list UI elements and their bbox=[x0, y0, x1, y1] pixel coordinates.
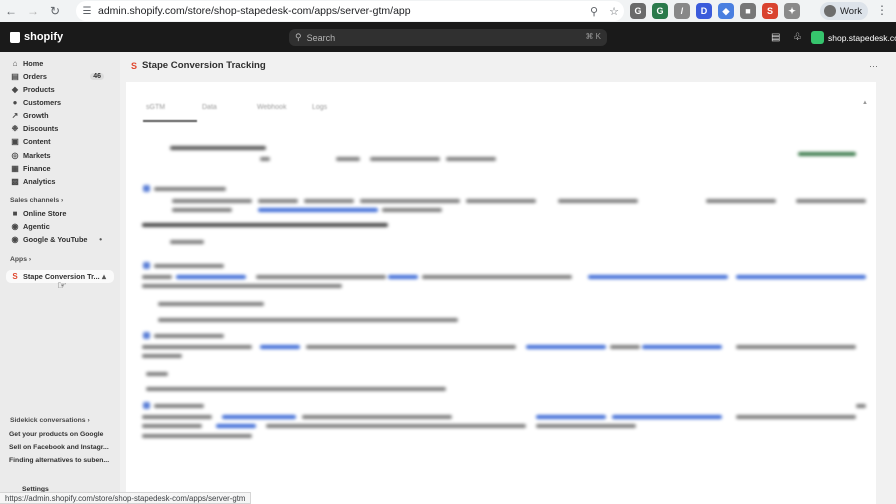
sidekick-item[interactable]: Sell on Facebook and Instagr... bbox=[9, 444, 113, 451]
search-shortcut: ⌘ K bbox=[585, 32, 601, 41]
chevron-right-icon: › bbox=[28, 256, 32, 263]
address-bar[interactable]: ☰ admin.shopify.com/store/shop-stapedesk… bbox=[76, 1, 624, 21]
sidebar-item-online-store[interactable]: ■ Online Store bbox=[6, 207, 114, 220]
extension-stape-icon[interactable]: S bbox=[762, 3, 778, 19]
orders-count-badge: 46 bbox=[90, 73, 104, 80]
store-switcher[interactable]: shop.stapedesk.com bbox=[811, 31, 896, 44]
blurred-app-content bbox=[126, 82, 876, 504]
inbox-icon[interactable]: ▤ bbox=[771, 32, 780, 43]
profile-button[interactable]: Work bbox=[820, 2, 868, 20]
store-name: shop.stapedesk.com bbox=[828, 32, 896, 43]
growth-icon: ↗ bbox=[11, 111, 19, 120]
extensions-puzzle-icon[interactable]: ✦ bbox=[784, 3, 800, 19]
bell-icon[interactable]: ♧ bbox=[793, 32, 802, 43]
sidebar-item-finance[interactable]: ▦ Finance bbox=[6, 162, 114, 175]
browser-status-bar: https://admin.shopify.com/store/shop-sta… bbox=[0, 492, 252, 504]
sidekick-heading[interactable]: Sidekick conversations › bbox=[10, 417, 90, 424]
back-icon[interactable]: ← bbox=[0, 0, 22, 22]
content-icon: ▣ bbox=[11, 137, 19, 146]
extension-g-icon[interactable]: G bbox=[630, 3, 646, 19]
profile-label: Work bbox=[840, 5, 862, 17]
sidebar-item-products[interactable]: ◆ Products bbox=[6, 83, 114, 96]
globe-icon: ◎ bbox=[11, 151, 19, 160]
more-actions-icon[interactable]: ⋯ bbox=[869, 61, 878, 72]
search-icon: ⚲ bbox=[295, 32, 302, 42]
person-icon: ● bbox=[12, 98, 18, 107]
site-settings-icon[interactable]: ☰ bbox=[76, 6, 98, 17]
sidekick-item[interactable]: Finding alternatives to suben... bbox=[9, 457, 113, 464]
mouse-pointer-icon: ☞ bbox=[57, 280, 67, 292]
discount-icon: ❉ bbox=[11, 124, 19, 133]
admin-sidebar: ⌂ Home ▤ Orders 46 ◆ Products ● Customers ↗ Gr… bbox=[0, 52, 120, 504]
extensions-bar: G G / D ◆ ■ S ✦ bbox=[630, 3, 800, 19]
shopify-wordmark: shopify bbox=[24, 31, 64, 43]
app-embed-frame: ▲ sGTM Data Webhook Logs bbox=[126, 82, 876, 504]
profile-avatar bbox=[824, 5, 836, 17]
sidebar-item-growth[interactable]: ↗ Growth bbox=[6, 109, 114, 122]
shopify-bag-icon bbox=[10, 31, 20, 43]
google-icon: ◉ bbox=[11, 235, 19, 244]
tag-icon: ◆ bbox=[11, 85, 19, 94]
chart-icon: ▩ bbox=[11, 177, 19, 186]
sidebar-item-content[interactable]: ▣ Content bbox=[6, 135, 114, 148]
shopify-logo[interactable]: shopify bbox=[10, 31, 63, 43]
chevron-right-icon: › bbox=[87, 417, 90, 424]
stape-app-icon: S bbox=[12, 272, 18, 281]
extension-tag-icon[interactable]: ◆ bbox=[718, 3, 734, 19]
forward-icon[interactable]: → bbox=[22, 0, 44, 22]
page-title: S Stape Conversion Tracking bbox=[131, 60, 266, 71]
orders-icon: ▤ bbox=[11, 72, 19, 81]
notification-dot-icon: • bbox=[99, 235, 102, 244]
sidebar-item-customers[interactable]: ● Customers bbox=[6, 96, 114, 109]
bookmark-star-icon[interactable]: ☆ bbox=[604, 5, 624, 18]
store-avatar bbox=[811, 31, 824, 44]
main-content: S Stape Conversion Tracking ⋯ ▲ sGTM Dat… bbox=[120, 52, 896, 504]
sidebar-item-home[interactable]: ⌂ Home bbox=[6, 57, 114, 70]
bank-icon: ▦ bbox=[11, 164, 19, 173]
storefront-icon: ■ bbox=[12, 209, 18, 218]
sales-channels-heading[interactable]: Sales channels › bbox=[10, 197, 63, 204]
sidebar-item-orders[interactable]: ▤ Orders 46 bbox=[6, 70, 114, 83]
apps-heading[interactable]: Apps › bbox=[10, 256, 31, 263]
home-icon: ⌂ bbox=[12, 59, 18, 68]
url-text[interactable]: admin.shopify.com/store/shop-stapedesk-c… bbox=[98, 5, 584, 17]
sidebar-item-google-youtube[interactable]: ◉ Google & YouTube • bbox=[6, 233, 114, 246]
search-bar[interactable]: ⚲ Search ⌘ K bbox=[289, 29, 607, 46]
sidebar-item-markets[interactable]: ◎ Markets bbox=[6, 149, 114, 162]
pin-icon[interactable]: ▴ bbox=[102, 272, 106, 281]
extension-grammarly-icon[interactable]: G bbox=[652, 3, 668, 19]
extension-pen-icon[interactable]: / bbox=[674, 3, 690, 19]
search-placeholder: Search bbox=[306, 32, 336, 43]
shopify-topbar: shopify ⚲ Search ⌘ K ▤ ♧ shop.stapedesk.… bbox=[0, 22, 896, 52]
agentic-icon: ◉ bbox=[11, 222, 19, 231]
extension-d-icon[interactable]: D bbox=[696, 3, 712, 19]
sidebar-item-analytics[interactable]: ▩ Analytics bbox=[6, 175, 114, 188]
browser-menu-icon[interactable]: ⋮ bbox=[876, 3, 888, 17]
sidebar-item-discounts[interactable]: ❉ Discounts bbox=[6, 122, 114, 135]
chevron-right-icon: › bbox=[61, 197, 64, 204]
stape-logo-icon: S bbox=[131, 60, 138, 71]
zoom-icon[interactable]: ⚲ bbox=[584, 5, 604, 18]
extension-shield-icon[interactable]: ■ bbox=[740, 3, 756, 19]
sidekick-item[interactable]: Get your products on Google bbox=[9, 431, 113, 438]
reload-icon[interactable]: ↻ bbox=[44, 0, 66, 22]
sidebar-item-agentic[interactable]: ◉ Agentic bbox=[6, 220, 114, 233]
